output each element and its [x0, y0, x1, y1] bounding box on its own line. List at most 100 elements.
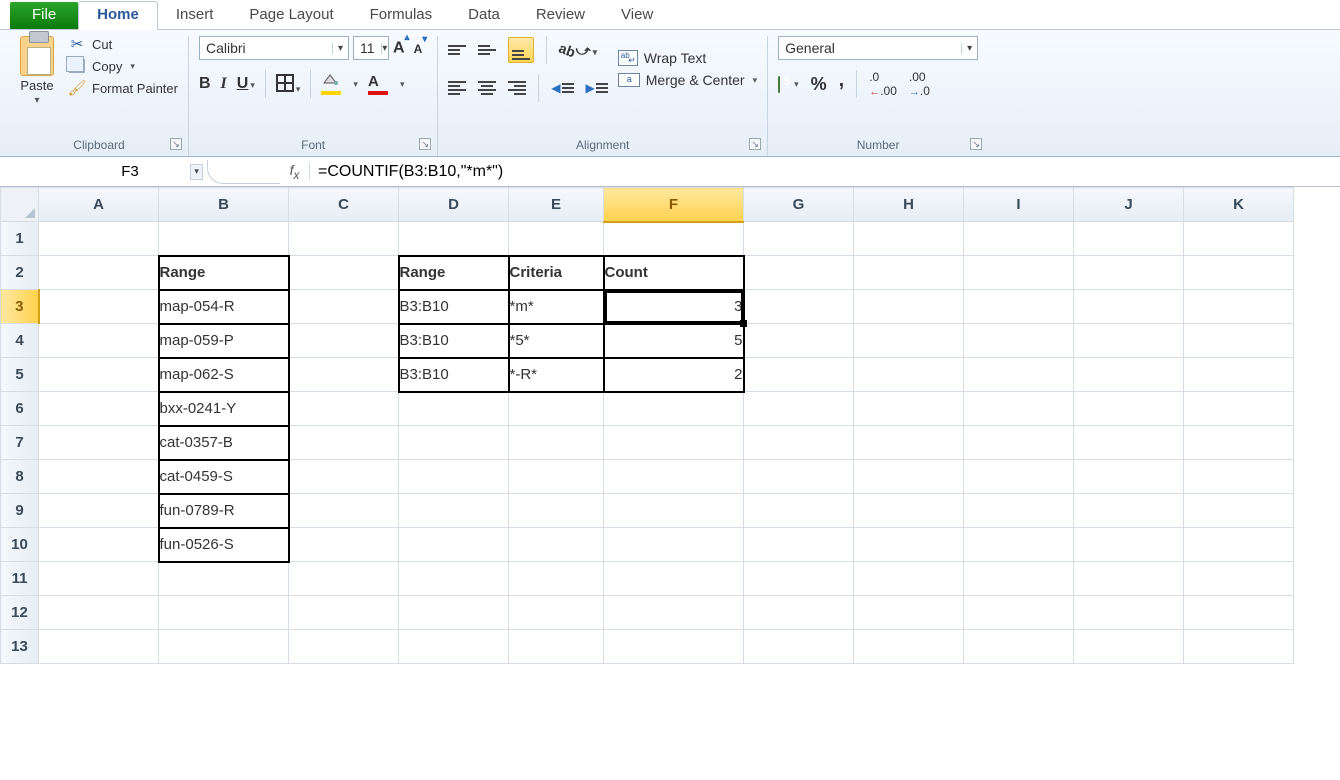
formula-input[interactable] [310, 163, 1340, 181]
cell-G6[interactable] [744, 392, 854, 426]
cell-J11[interactable] [1074, 562, 1184, 596]
cell-C3[interactable] [289, 290, 399, 324]
cell-J13[interactable] [1074, 630, 1184, 664]
cell-I6[interactable] [964, 392, 1074, 426]
select-all-corner[interactable] [1, 188, 39, 222]
align-bottom-button[interactable] [508, 37, 534, 63]
fx-button[interactable]: fx [280, 162, 310, 182]
cell-F6[interactable] [604, 392, 744, 426]
tab-view[interactable]: View [603, 2, 671, 29]
borders-button[interactable]: ▾ [276, 74, 301, 95]
cell-J3[interactable] [1074, 290, 1184, 324]
orientation-button[interactable]: ab⤻▾ [559, 42, 597, 59]
cell-E6[interactable] [509, 392, 604, 426]
cell-A10[interactable] [39, 528, 159, 562]
cell-E1[interactable] [509, 222, 604, 256]
cell-E2[interactable]: Criteria [509, 256, 604, 290]
row-header-3[interactable]: 3 [1, 290, 39, 324]
cell-J12[interactable] [1074, 596, 1184, 630]
cell-J2[interactable] [1074, 256, 1184, 290]
align-middle-button[interactable] [478, 45, 496, 55]
cell-A13[interactable] [39, 630, 159, 664]
cell-C9[interactable] [289, 494, 399, 528]
col-header-C[interactable]: C [289, 188, 399, 222]
cell-I8[interactable] [964, 460, 1074, 494]
cell-C1[interactable] [289, 222, 399, 256]
increase-indent-button[interactable]: ▶ [586, 81, 608, 95]
row-header-1[interactable]: 1 [1, 222, 39, 256]
cell-I12[interactable] [964, 596, 1074, 630]
col-header-J[interactable]: J [1074, 188, 1184, 222]
wrap-text-button[interactable]: Wrap Text [618, 50, 757, 66]
clipboard-dialog-launcher[interactable]: ↘ [170, 138, 182, 150]
cell-B3[interactable]: map-054-R [159, 290, 289, 324]
row-header-7[interactable]: 7 [1, 426, 39, 460]
tab-page-layout[interactable]: Page Layout [231, 2, 351, 29]
cell-I2[interactable] [964, 256, 1074, 290]
increase-font-button[interactable]: A▴ [393, 38, 410, 57]
row-header-6[interactable]: 6 [1, 392, 39, 426]
cell-C7[interactable] [289, 426, 399, 460]
decrease-indent-button[interactable]: ◀ [551, 81, 573, 95]
cell-C8[interactable] [289, 460, 399, 494]
cell-K13[interactable] [1184, 630, 1294, 664]
accounting-format-button[interactable] [778, 77, 780, 92]
cell-K9[interactable] [1184, 494, 1294, 528]
cell-B10[interactable]: fun-0526-S [159, 528, 289, 562]
row-header-10[interactable]: 10 [1, 528, 39, 562]
cell-F10[interactable] [604, 528, 744, 562]
cell-G13[interactable] [744, 630, 854, 664]
cell-A8[interactable] [39, 460, 159, 494]
cell-K10[interactable] [1184, 528, 1294, 562]
borders-dropdown-icon[interactable]: ▾ [296, 84, 301, 94]
cut-button[interactable]: ✂ Cut [68, 36, 178, 52]
cell-I10[interactable] [964, 528, 1074, 562]
cell-A2[interactable] [39, 256, 159, 290]
fill-color-dropdown-icon[interactable]: ▾ [353, 79, 358, 90]
cell-D13[interactable] [399, 630, 509, 664]
cell-C4[interactable] [289, 324, 399, 358]
cell-C11[interactable] [289, 562, 399, 596]
row-header-13[interactable]: 13 [1, 630, 39, 664]
cell-G11[interactable] [744, 562, 854, 596]
bold-button[interactable]: B [199, 75, 211, 93]
cell-B1[interactable] [159, 222, 289, 256]
cell-A12[interactable] [39, 596, 159, 630]
increase-decimal-button[interactable]: .0←.00 [869, 70, 897, 98]
cell-F5[interactable]: 2 [604, 358, 744, 392]
cell-K12[interactable] [1184, 596, 1294, 630]
cell-B5[interactable]: map-062-S [159, 358, 289, 392]
cell-B6[interactable]: bxx-0241-Y [159, 392, 289, 426]
decrease-decimal-button[interactable]: .00→.0 [909, 70, 930, 98]
cell-G10[interactable] [744, 528, 854, 562]
cell-K6[interactable] [1184, 392, 1294, 426]
cell-E11[interactable] [509, 562, 604, 596]
cell-K7[interactable] [1184, 426, 1294, 460]
font-size-combo[interactable]: 11 ▾ [353, 36, 389, 60]
row-header-11[interactable]: 11 [1, 562, 39, 596]
cell-C5[interactable] [289, 358, 399, 392]
cell-G9[interactable] [744, 494, 854, 528]
number-dialog-launcher[interactable]: ↘ [970, 138, 982, 150]
font-name-dropdown-icon[interactable]: ▾ [332, 43, 348, 54]
cell-K2[interactable] [1184, 256, 1294, 290]
cell-F8[interactable] [604, 460, 744, 494]
cell-F13[interactable] [604, 630, 744, 664]
merge-dropdown-icon[interactable]: ▾ [753, 75, 758, 86]
tab-file[interactable]: File [10, 2, 78, 29]
col-header-A[interactable]: A [39, 188, 159, 222]
cell-H10[interactable] [854, 528, 964, 562]
number-format-combo[interactable]: General ▾ [778, 36, 978, 60]
cell-H3[interactable] [854, 290, 964, 324]
cell-I5[interactable] [964, 358, 1074, 392]
cell-K5[interactable] [1184, 358, 1294, 392]
fill-color-button[interactable] [321, 73, 341, 95]
cell-A5[interactable] [39, 358, 159, 392]
paste-button[interactable]: Paste ▾ [20, 36, 60, 106]
cell-I9[interactable] [964, 494, 1074, 528]
cell-B9[interactable]: fun-0789-R [159, 494, 289, 528]
cell-K3[interactable] [1184, 290, 1294, 324]
underline-dropdown-icon[interactable]: ▾ [250, 80, 255, 90]
comma-button[interactable]: , [839, 69, 845, 92]
cell-B13[interactable] [159, 630, 289, 664]
